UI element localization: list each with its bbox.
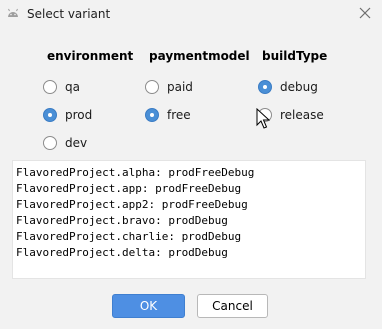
radio-label: qa <box>65 80 80 94</box>
ok-button[interactable]: OK <box>112 294 185 318</box>
radio-env-qa[interactable]: qa <box>43 80 80 94</box>
mouse-cursor-icon <box>256 108 270 129</box>
output-line: FlavoredProject.app2: prodFreeDebug <box>16 198 248 211</box>
variant-output-list[interactable]: FlavoredProject.alpha: prodFreeDebug Fla… <box>12 160 366 279</box>
output-line: FlavoredProject.delta: prodDebug <box>16 246 228 259</box>
radio-label: release <box>280 108 324 122</box>
radio-circle[interactable] <box>43 80 57 94</box>
radio-circle[interactable] <box>43 108 57 122</box>
output-line: FlavoredProject.bravo: prodDebug <box>16 214 228 227</box>
radio-circle[interactable] <box>43 136 57 150</box>
title-bar: Select variant <box>0 0 382 28</box>
cancel-button[interactable]: Cancel <box>197 294 268 318</box>
radio-circle[interactable] <box>258 80 272 94</box>
close-icon[interactable] <box>358 6 372 20</box>
radio-env-prod[interactable]: prod <box>43 108 92 122</box>
android-icon <box>8 8 18 17</box>
window-title: Select variant <box>27 7 111 21</box>
radio-label: debug <box>280 80 318 94</box>
radio-circle[interactable] <box>145 80 159 94</box>
buildtype-header: buildType <box>262 49 328 63</box>
paymentmodel-header: paymentmodel <box>149 49 250 63</box>
output-line: FlavoredProject.alpha: prodFreeDebug <box>16 166 255 179</box>
radio-build-debug[interactable]: debug <box>258 80 318 94</box>
output-line: FlavoredProject.app: prodFreeDebug <box>16 182 242 195</box>
radio-payment-free[interactable]: free <box>145 108 191 122</box>
radio-circle[interactable] <box>145 108 159 122</box>
radio-payment-paid[interactable]: paid <box>145 80 193 94</box>
radio-label: dev <box>65 136 88 150</box>
output-line: FlavoredProject.charlie: prodDebug <box>16 230 242 243</box>
environment-header: environment <box>47 49 134 63</box>
radio-label: prod <box>65 108 93 122</box>
radio-env-dev[interactable]: dev <box>43 136 87 150</box>
radio-label: paid <box>167 80 193 94</box>
radio-label: free <box>167 108 191 122</box>
